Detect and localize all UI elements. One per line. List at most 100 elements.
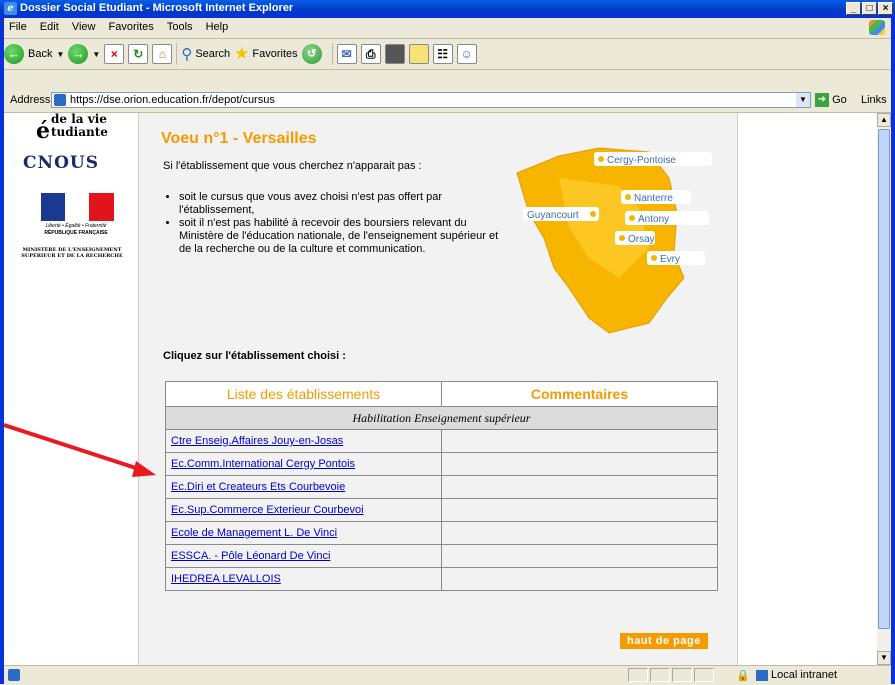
establishment-link[interactable]: Ec.Sup.Commerce Exterieur Courbevoi (171, 504, 364, 516)
reason-item: soit le cursus que vous avez choisi n'es… (179, 191, 509, 217)
right-sidebar (737, 113, 877, 665)
mail-icon[interactable]: ✉ (336, 44, 357, 64)
menu-help[interactable]: Help (201, 18, 234, 36)
comment-cell (441, 544, 718, 568)
versailles-academy-map: Cergy-Pontoise Nanterre Guyancourt Anton… (516, 147, 712, 334)
table-row: Ec.Sup.Commerce Exterieur Courbevoi (165, 498, 718, 522)
vie-etudiante-logo: de la vie é tudiante (36, 113, 108, 144)
table-header-row: Liste des établissements Commentaires (165, 381, 718, 407)
messenger-icon[interactable]: ☺ (456, 44, 477, 64)
menu-view[interactable]: View (67, 18, 101, 36)
go-arrow-icon: ➜ (815, 93, 829, 107)
lock-icon: 🔒 (736, 670, 750, 682)
section-label: Habilitation Enseignement supérieur (165, 406, 718, 430)
establishment-link[interactable]: Ec.Diri et Createurs Ets Courbevoie (171, 481, 345, 493)
address-input[interactable]: https://dse.orion.education.fr/depot/cur… (51, 92, 811, 108)
menu-edit[interactable]: Edit (35, 18, 64, 36)
back-arrow-icon: ← (4, 44, 24, 64)
page-status-icon (8, 669, 20, 681)
left-sidebar: de la vie é tudiante CNOUS Liberté • Éga… (4, 113, 139, 665)
table-row: Ec.Comm.International Cergy Pontois (165, 452, 718, 476)
table-row: Ec.Diri et Createurs Ets Courbevoie (165, 475, 718, 499)
menu-bar: File Edit View Favorites Tools Help (4, 18, 891, 39)
intranet-icon (756, 669, 768, 681)
establishment-link[interactable]: Ecole de Management L. De Vinci (171, 527, 337, 539)
reason-item: soit il n'est pas habilité à recevoir de… (179, 217, 509, 256)
establishment-link[interactable]: Ec.Comm.International Cergy Pontois (171, 458, 355, 470)
scroll-thumb[interactable] (878, 129, 890, 629)
ie-icon: e (4, 2, 17, 15)
refresh-icon[interactable]: ↻ (128, 44, 149, 64)
establishment-link[interactable]: IHEDREA LEVALLOIS (171, 573, 281, 585)
map-city-antony[interactable]: Antony (638, 214, 669, 225)
menu-file[interactable]: File (4, 18, 32, 36)
close-button[interactable]: × (878, 2, 893, 15)
comment-cell (441, 498, 718, 522)
back-dropdown-icon[interactable]: ▼ (56, 50, 64, 59)
logo-letter: é (36, 118, 50, 144)
edit-icon[interactable] (384, 44, 405, 64)
intro-text: Si l'établissement que vous cherchez n'a… (163, 160, 422, 172)
toolbar-separator (176, 43, 178, 65)
toolbar-separator (331, 43, 333, 65)
scroll-up-icon[interactable]: ▲ (877, 113, 891, 127)
reasons-list: soit le cursus que vous avez choisi n'es… (165, 191, 509, 256)
search-button[interactable]: ⚲ Search (181, 45, 230, 63)
favorites-label: Favorites (252, 48, 298, 60)
comment-cell (441, 567, 718, 591)
search-label: Search (195, 48, 231, 60)
menu-favorites[interactable]: Favorites (104, 18, 159, 36)
map-city-orsay[interactable]: Orsay (628, 234, 655, 245)
zone-label: Local intranet (771, 669, 838, 681)
home-icon[interactable]: ⌂ (152, 44, 173, 64)
back-label: Back (28, 48, 53, 60)
star-icon: ★ (234, 44, 250, 63)
status-cell (672, 668, 692, 682)
header-comments: Commentaires (441, 381, 718, 407)
comment-cell (441, 452, 718, 476)
minimize-button[interactable]: _ (846, 2, 861, 15)
status-cell (694, 668, 714, 682)
address-label: Address (10, 94, 51, 106)
comment-cell (441, 429, 718, 453)
main-content: Voeu n°1 - Versailles Si l'établissement… (139, 113, 737, 665)
go-label: Go (832, 93, 847, 106)
establishment-link[interactable]: ESSCA. - Pôle Léonard De Vinci (171, 550, 330, 562)
stop-icon[interactable]: × (104, 44, 125, 64)
back-button[interactable]: ← Back ▼ (4, 44, 64, 64)
back-to-top-button[interactable]: haut de page (620, 633, 708, 649)
comment-cell (441, 475, 718, 499)
links-button[interactable]: Links (861, 94, 887, 106)
print-icon[interactable]: ⎙ (360, 44, 381, 64)
map-city-evry[interactable]: Evry (660, 254, 680, 265)
discuss-icon[interactable] (408, 44, 429, 64)
map-city-nanterre[interactable]: Nanterre (634, 193, 673, 204)
map-city-guyancourt[interactable]: Guyancourt (527, 210, 579, 221)
establishment-link[interactable]: Ctre Enseig.Affaires Jouy-en-Josas (171, 435, 343, 447)
page-viewport: de la vie é tudiante CNOUS Liberté • Éga… (4, 113, 877, 665)
ministere-text: MINISTÈRE DE L'ENSEIGNEMENT SUPÉRIEUR ET… (21, 247, 123, 259)
establishments-table: Liste des établissements Commentaires Ha… (165, 381, 718, 591)
header-establishments: Liste des établissements (165, 381, 442, 407)
scroll-down-icon[interactable]: ▼ (877, 651, 891, 665)
map-city-cergy[interactable]: Cergy-Pontoise (607, 155, 676, 166)
address-dropdown-icon[interactable]: ▼ (796, 93, 810, 107)
logo-line2: tudiante (51, 125, 108, 139)
research-icon[interactable]: ☷ (432, 44, 453, 64)
forward-dropdown-icon[interactable]: ▼ (92, 50, 100, 59)
table-row: Ctre Enseig.Affaires Jouy-en-Josas (165, 429, 718, 453)
go-button[interactable]: ➜ Go (815, 93, 847, 107)
table-row: Ecole de Management L. De Vinci (165, 521, 718, 545)
choose-label: Cliquez sur l'établissement choisi : (163, 350, 346, 362)
maximize-button[interactable]: □ (862, 2, 877, 15)
status-cell (650, 668, 670, 682)
history-icon[interactable]: ↺ (301, 44, 322, 64)
forward-button[interactable]: → ▼ (68, 44, 100, 64)
toolbar: ← Back ▼ → ▼ × ↻ ⌂ ⚲ Search ★ Favorites … (4, 39, 891, 70)
motto-text: Liberté • Égalité • Fraternité (45, 223, 107, 229)
favorites-button[interactable]: ★ Favorites (234, 44, 298, 64)
address-url[interactable]: https://dse.orion.education.fr/depot/cur… (70, 94, 275, 106)
menu-tools[interactable]: Tools (162, 18, 198, 36)
page-title: Voeu n°1 - Versailles (161, 130, 317, 147)
vertical-scrollbar[interactable]: ▲ ▼ (877, 113, 891, 665)
